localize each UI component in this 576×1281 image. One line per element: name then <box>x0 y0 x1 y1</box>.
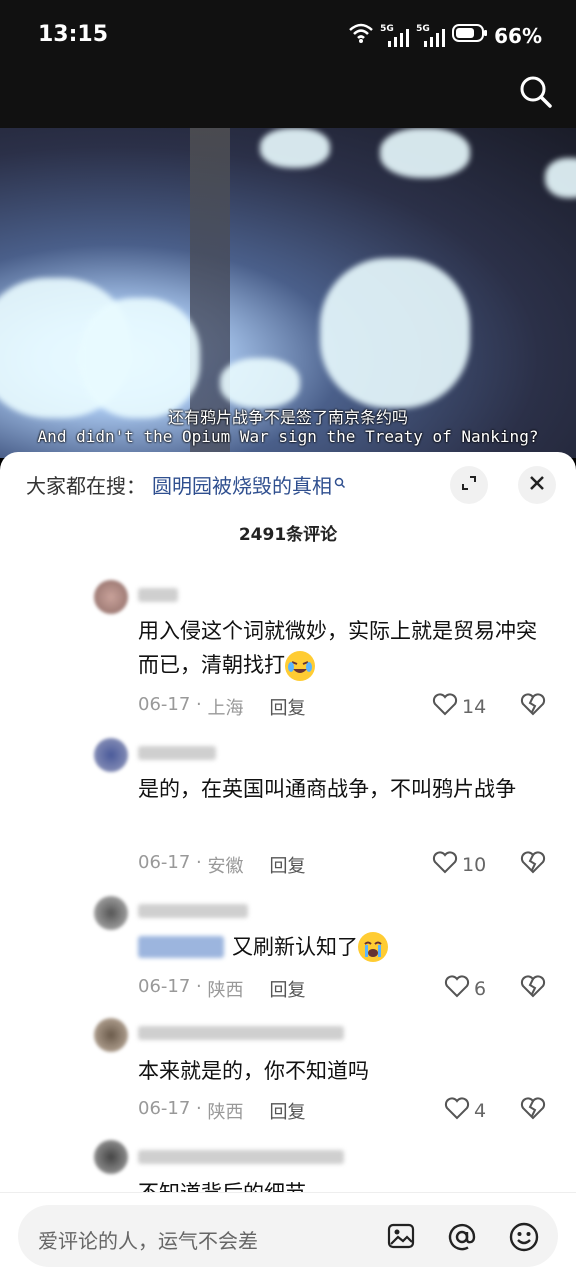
comment-text: 本来就是的，你不知道吗 <box>138 1059 369 1083</box>
like-count: 6 <box>474 977 487 1000</box>
video-scene-light <box>320 258 470 408</box>
reply-button[interactable]: 回复 <box>269 1098 305 1124</box>
mention-icon[interactable] <box>446 1221 476 1251</box>
comment-input-bar: 爱评论的人，运气不会差 <box>0 1192 576 1281</box>
comment-meta: 06-17 · 上海 回复 <box>138 694 305 720</box>
video-subtitle-chinese: 还有鸦片战争不是签了南京条约吗 <box>167 408 408 427</box>
video-scene-light <box>545 158 576 198</box>
search-icon[interactable] <box>516 72 556 112</box>
status-bar: 13:15 5G 5G 66% <box>0 0 576 70</box>
username-blurred[interactable] <box>138 1026 344 1040</box>
username-blurred[interactable] <box>138 904 248 918</box>
username-blurred[interactable] <box>138 1150 344 1164</box>
reply-button[interactable]: 回复 <box>269 852 305 878</box>
username-blurred[interactable] <box>138 746 216 760</box>
comment-date: 06-17 <box>138 694 191 715</box>
avatar[interactable] <box>94 738 128 772</box>
video-scene-light <box>260 128 330 168</box>
avatar[interactable] <box>94 1018 128 1052</box>
avatar[interactable] <box>94 896 128 930</box>
comment-date: 06-17 <box>138 1098 191 1119</box>
emoji-icon[interactable] <box>508 1221 539 1252</box>
like-button[interactable]: 10 <box>432 850 486 879</box>
comment-location: 上海 <box>207 698 244 719</box>
heart-icon <box>444 1096 470 1125</box>
broken-heart-icon <box>520 975 546 1002</box>
video-scene-light <box>380 128 470 178</box>
mention-blurred[interactable] <box>138 936 224 958</box>
top-bar <box>0 70 576 128</box>
image-icon[interactable] <box>386 1221 416 1251</box>
like-button[interactable]: 14 <box>432 692 486 721</box>
like-button[interactable]: 6 <box>444 974 486 1003</box>
video-scene-light <box>220 358 300 408</box>
comment-date: 06-17 <box>138 852 191 873</box>
reply-button[interactable]: 回复 <box>269 694 305 720</box>
hot-search-row[interactable]: 大家都在搜： 圆明园被烧毁的真相 <box>26 470 346 499</box>
comment-location: 安徽 <box>207 856 244 877</box>
heart-icon <box>444 974 470 1003</box>
comment-meta: 06-17 · 陕西 回复 <box>138 1098 305 1124</box>
meta-dot: · <box>190 694 208 715</box>
meta-dot: · <box>190 976 208 997</box>
broken-heart-icon <box>520 693 546 720</box>
expand-icon <box>459 473 479 497</box>
dislike-button[interactable] <box>520 1096 546 1124</box>
like-count: 4 <box>474 1099 487 1122</box>
close-button[interactable] <box>518 466 556 504</box>
battery-icon <box>452 23 488 48</box>
comment-input[interactable]: 爱评论的人，运气不会差 <box>18 1205 558 1267</box>
comment-location: 陕西 <box>207 1102 244 1123</box>
avatar[interactable] <box>94 1140 128 1174</box>
comment-input-placeholder: 爱评论的人，运气不会差 <box>38 1229 258 1253</box>
battery-percent: 66% <box>494 23 542 48</box>
signal-icon-2: 5G <box>416 24 446 47</box>
like-count: 14 <box>462 695 487 718</box>
username-blurred[interactable] <box>138 588 178 602</box>
laughing-crying-emoji-icon <box>285 651 315 681</box>
search-icon-small <box>334 477 346 493</box>
comment-text-content: 用入侵这个词就微妙，实际上就是贸易冲突而已，清朝找打 <box>138 619 537 677</box>
broken-heart-icon <box>520 851 546 878</box>
comment-text: 是的，在英国叫通商战争，不叫鸦片战争 <box>138 777 516 801</box>
heart-icon <box>432 692 458 721</box>
broken-heart-icon <box>520 1097 546 1124</box>
dislike-button[interactable] <box>520 692 546 720</box>
reply-button[interactable]: 回复 <box>269 976 305 1002</box>
comment-meta: 06-17 · 安徽 回复 <box>138 852 305 878</box>
comment-location: 陕西 <box>207 980 244 1001</box>
comment-count: 2491条评论 <box>238 525 338 545</box>
signal-icon: 5G <box>380 24 410 47</box>
comment-text-content: 又刷新认知了 <box>232 935 358 959</box>
avatar[interactable] <box>94 580 128 614</box>
video-scene-light <box>80 298 200 418</box>
meta-dot: · <box>190 1098 208 1119</box>
heart-icon <box>432 850 458 879</box>
like-button[interactable]: 4 <box>444 1096 486 1125</box>
hot-search-label: 大家都在搜： <box>26 474 146 498</box>
crying-emoji-icon <box>358 932 388 962</box>
comment-sheet: 大家都在搜： 圆明园被烧毁的真相 2491条评论 用入侵这个词就微妙，实际上就是… <box>0 452 576 1280</box>
meta-dot: · <box>190 852 208 873</box>
hot-search-term[interactable]: 圆明园被烧毁的真相 <box>152 470 332 499</box>
video-subtitle-english: And didn't the Opium War sign the Treaty… <box>37 427 539 446</box>
close-icon <box>528 474 546 496</box>
wifi-icon <box>348 22 374 49</box>
dislike-button[interactable] <box>520 850 546 878</box>
comment-meta: 06-17 · 陕西 回复 <box>138 976 305 1002</box>
dislike-button[interactable] <box>520 974 546 1002</box>
comment-text: 用入侵这个词就微妙，实际上就是贸易冲突而已，清朝找打 <box>138 614 543 682</box>
status-icons: 5G 5G 66% <box>348 22 542 49</box>
status-time: 13:15 <box>38 22 109 47</box>
expand-button[interactable] <box>450 466 488 504</box>
comment-text: 又刷新认知了 <box>138 930 543 964</box>
like-count: 10 <box>462 853 487 876</box>
comment-date: 06-17 <box>138 976 191 997</box>
